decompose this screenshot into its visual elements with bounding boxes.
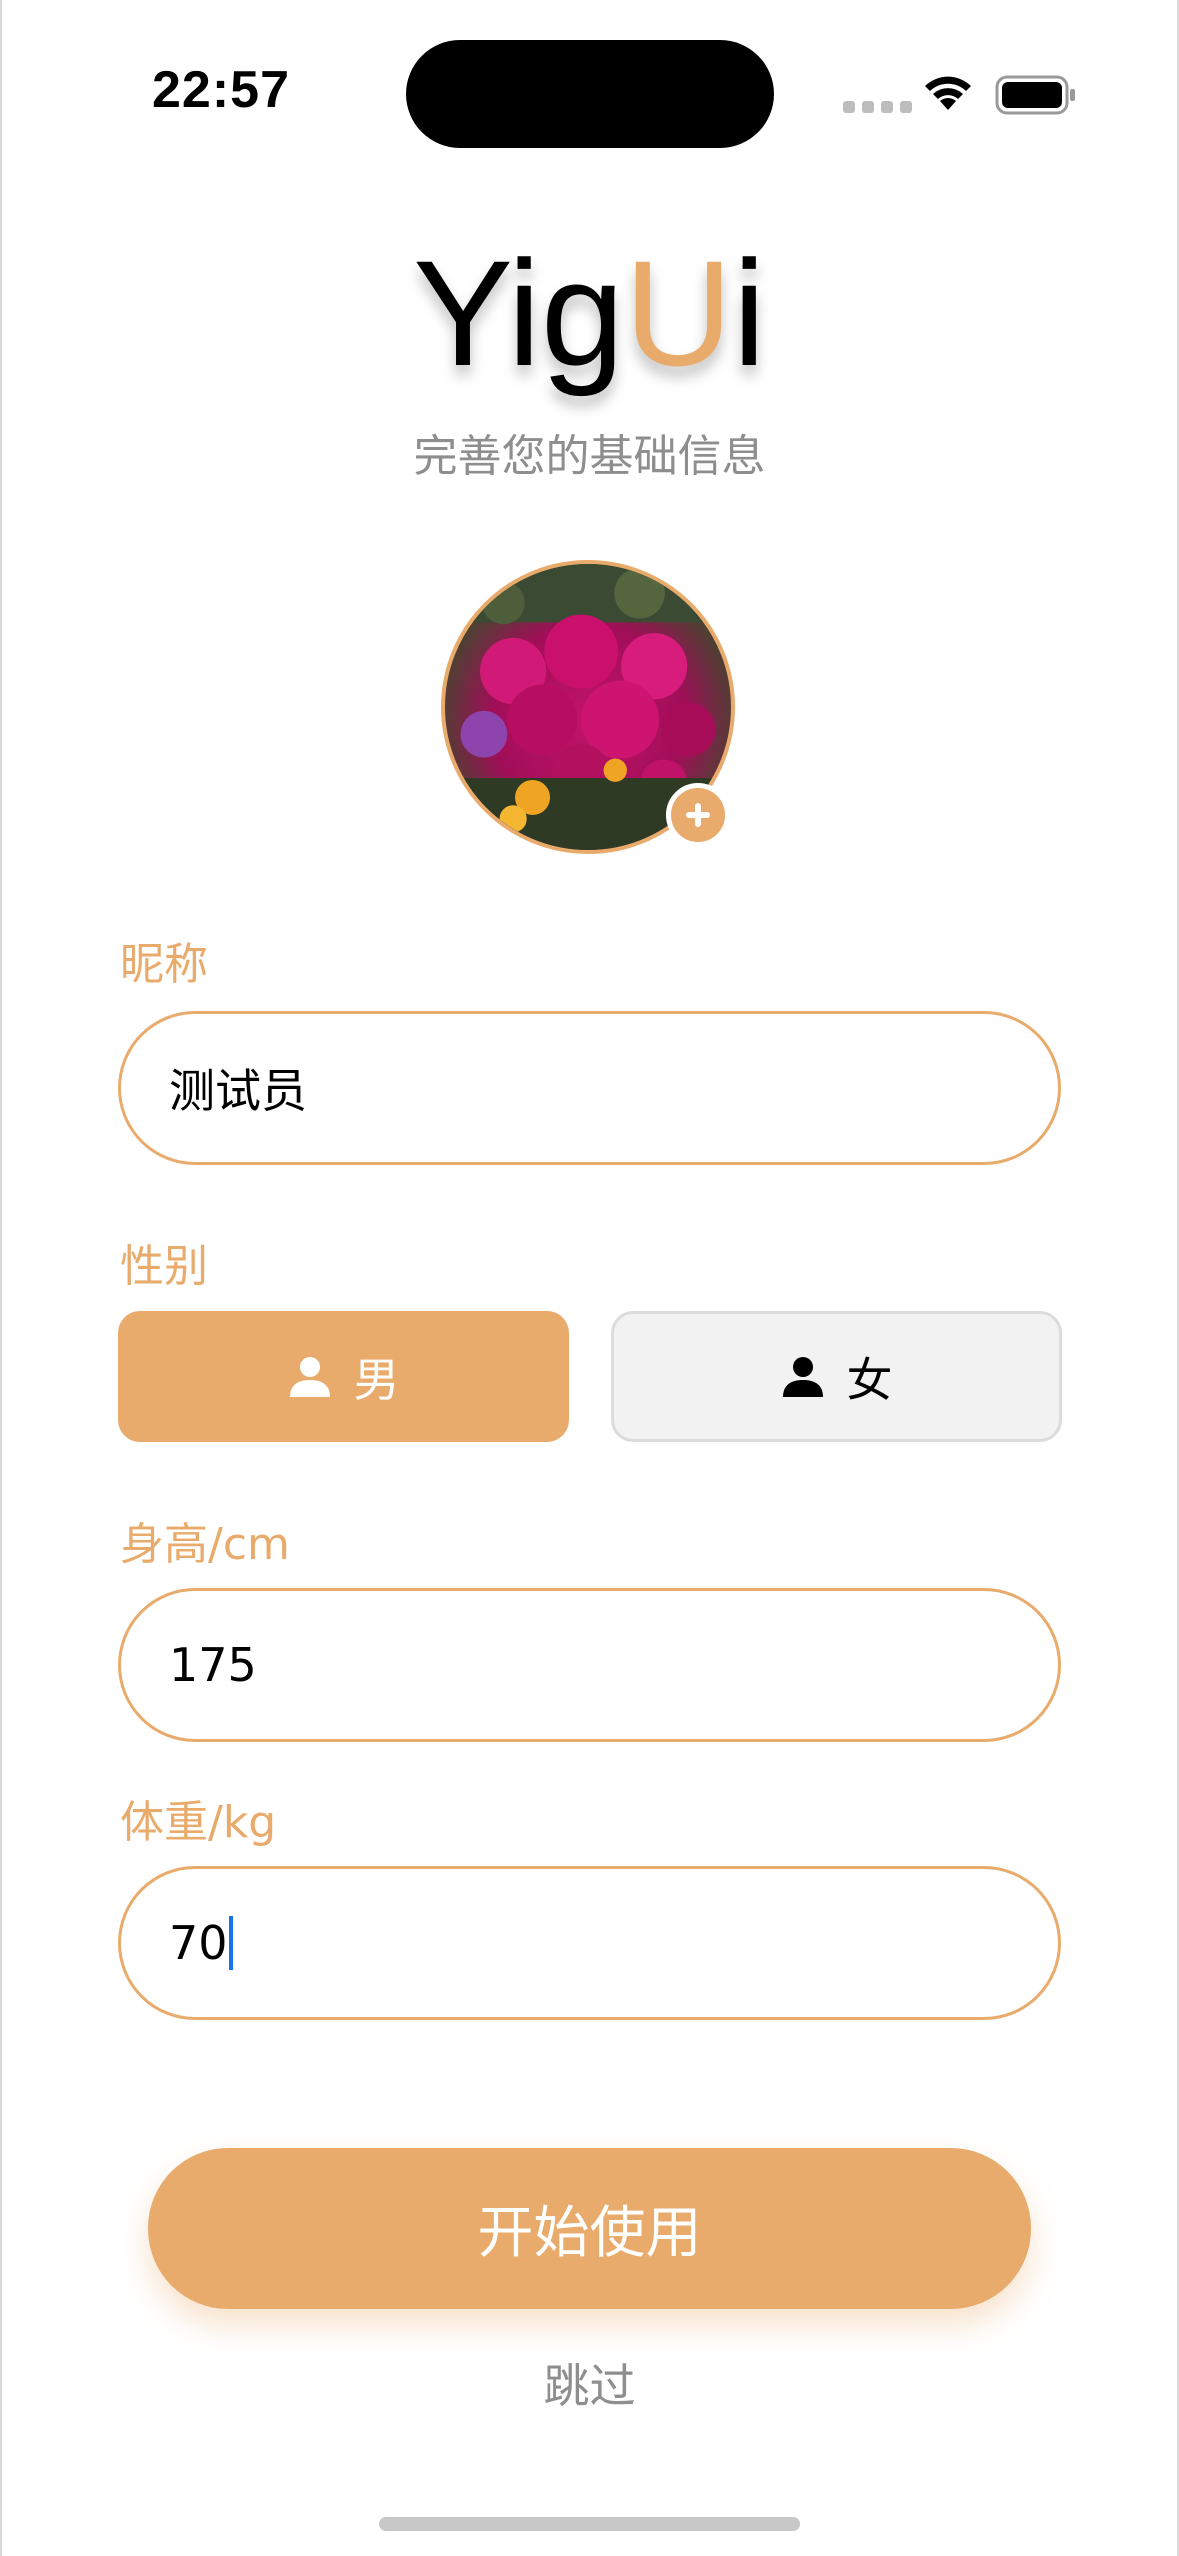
gender-female-button[interactable]: 女 xyxy=(611,1311,1062,1442)
battery-icon xyxy=(995,75,1075,115)
plus-icon xyxy=(686,803,710,827)
start-button[interactable]: 开始使用 xyxy=(148,2148,1031,2309)
cellular-signal-icon xyxy=(843,101,912,113)
home-indicator xyxy=(379,2517,800,2531)
dynamic-island xyxy=(406,40,774,148)
gender-male-button[interactable]: 男 xyxy=(118,1311,569,1442)
height-label: 身高/cm xyxy=(120,1519,290,1570)
gender-female-label: 女 xyxy=(846,1352,893,1407)
gender-male-label: 男 xyxy=(353,1352,400,1407)
logo-part-2: i xyxy=(732,229,766,397)
status-time: 22:57 xyxy=(152,61,290,119)
wifi-icon xyxy=(925,76,971,110)
gender-label: 性别 xyxy=(120,1241,208,1292)
text-caret xyxy=(228,1916,233,1970)
app-logo: YigUi xyxy=(0,228,1179,398)
weight-input[interactable]: 70 xyxy=(118,1866,1061,2020)
logo-part-1: Yig xyxy=(413,229,625,397)
person-icon xyxy=(782,1356,823,1397)
nickname-input[interactable]: 测试员 xyxy=(118,1011,1061,1165)
skip-link[interactable]: 跳过 xyxy=(0,2350,1179,2416)
logo-accent: U xyxy=(624,229,733,397)
height-value: 175 xyxy=(169,1638,257,1692)
weight-value: 70 xyxy=(169,1916,228,1970)
height-input[interactable]: 175 xyxy=(118,1588,1061,1742)
person-icon xyxy=(289,1356,330,1397)
nickname-value: 测试员 xyxy=(169,1064,307,1118)
weight-label: 体重/kg xyxy=(120,1797,277,1848)
avatar-add-button[interactable] xyxy=(666,783,730,847)
page-subtitle: 完善您的基础信息 xyxy=(413,431,766,482)
nickname-label: 昵称 xyxy=(120,939,208,990)
